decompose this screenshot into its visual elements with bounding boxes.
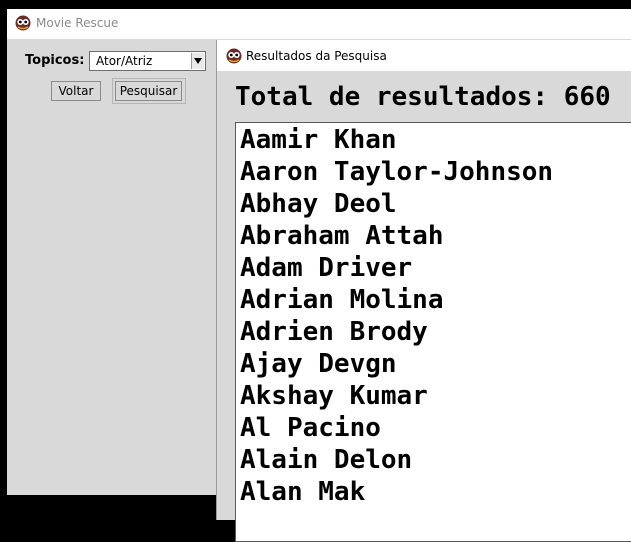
topicos-dropdown[interactable]: Ator/Atriz bbox=[89, 51, 206, 71]
list-item[interactable]: Ajay Devgn bbox=[240, 348, 397, 380]
list-item[interactable]: Adrian Molina bbox=[240, 284, 444, 316]
pesquisar-button[interactable]: Pesquisar bbox=[115, 81, 182, 101]
list-item[interactable]: Abraham Attah bbox=[240, 220, 444, 252]
window-title: Movie Rescue bbox=[36, 16, 119, 30]
results-list[interactable]: Aamir Khan Aaron Taylor-Johnson Abhay Deol… bbox=[235, 122, 631, 542]
results-titlebar[interactable]: Resultados da Pesquisa bbox=[217, 40, 631, 71]
results-window: Resultados da Pesquisa Total de resultad… bbox=[216, 40, 631, 542]
owl-app-icon bbox=[226, 48, 242, 64]
list-item[interactable]: Alan Mak bbox=[240, 476, 365, 508]
topicos-selected-value: Ator/Atriz bbox=[96, 54, 153, 68]
chevron-down-icon bbox=[194, 58, 202, 64]
list-item[interactable]: Akshay Kumar bbox=[240, 380, 428, 412]
voltar-button[interactable]: Voltar bbox=[51, 81, 101, 101]
list-item[interactable]: Alain Delon bbox=[240, 444, 412, 476]
list-item[interactable]: Aaron Taylor-Johnson bbox=[240, 156, 553, 188]
results-window-title: Resultados da Pesquisa bbox=[246, 49, 387, 63]
topicos-label: Topicos: bbox=[25, 53, 85, 68]
dropdown-arrow-button[interactable] bbox=[191, 53, 204, 69]
owl-app-icon bbox=[15, 15, 31, 31]
main-titlebar[interactable]: Movie Rescue bbox=[7, 9, 631, 39]
list-item[interactable]: Aamir Khan bbox=[240, 124, 397, 156]
list-item[interactable]: Abhay Deol bbox=[240, 188, 397, 220]
list-item[interactable]: Adam Driver bbox=[240, 252, 412, 284]
list-item[interactable]: Al Pacino bbox=[240, 412, 381, 444]
list-item[interactable]: Adrien Brody bbox=[240, 316, 428, 348]
total-results-label: Total de resultados: 660 bbox=[235, 82, 611, 112]
